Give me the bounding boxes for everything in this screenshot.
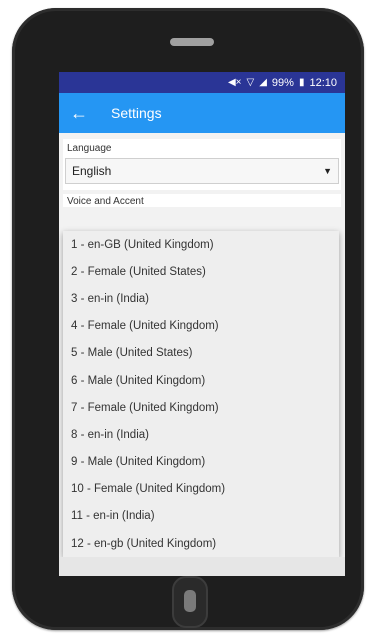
screen-bottom-area	[59, 557, 345, 576]
language-select[interactable]: English ▼	[65, 158, 339, 184]
status-bar: ◀× ▽ ◢ 99% ▮ 12:10	[59, 72, 345, 93]
language-select-value: English	[72, 164, 112, 178]
page-title: Settings	[111, 105, 162, 121]
clock: 12:10	[309, 76, 337, 89]
phone-screen: ◀× ▽ ◢ 99% ▮ 12:10 ← Settings Language E…	[59, 72, 345, 576]
voice-option[interactable]: 10 - Female (United Kingdom)	[63, 476, 339, 503]
voice-option[interactable]: 6 - Male (United Kingdom)	[63, 367, 339, 394]
language-label: Language	[67, 143, 112, 154]
voice-option[interactable]: 11 - en-in (India)	[63, 503, 339, 530]
signal-icon: ◢	[259, 77, 267, 88]
language-section: Language English ▼	[63, 139, 341, 190]
app-bar: ← Settings	[59, 93, 345, 133]
battery-icon: ▮	[298, 77, 305, 88]
voice-option[interactable]: 2 - Female (United States)	[63, 258, 339, 285]
voice-option[interactable]: 7 - Female (United Kingdom)	[63, 394, 339, 421]
voice-option[interactable]: 3 - en-in (India)	[63, 285, 339, 312]
home-button[interactable]	[172, 576, 208, 628]
voice-option[interactable]: 4 - Female (United Kingdom)	[63, 313, 339, 340]
wifi-icon: ▽	[246, 77, 255, 88]
voice-option[interactable]: 8 - en-in (India)	[63, 421, 339, 448]
speaker-grille	[170, 38, 214, 46]
voice-option[interactable]: 1 - en-GB (United Kingdom)	[63, 231, 339, 258]
voice-option[interactable]: 5 - Male (United States)	[63, 340, 339, 367]
voice-section: Voice and Accent	[63, 194, 341, 207]
voice-option[interactable]: 12 - en-gb (United Kingdom)	[63, 530, 339, 557]
voice-option[interactable]: 9 - Male (United Kingdom)	[63, 449, 339, 476]
voice-label: Voice and Accent	[67, 196, 144, 207]
voice-dropdown-list: 1 - en-GB (United Kingdom) 2 - Female (U…	[63, 231, 339, 557]
arrow-left-icon[interactable]: ←	[59, 103, 99, 124]
phone-frame: ◀× ▽ ◢ 99% ▮ 12:10 ← Settings Language E…	[12, 8, 364, 630]
dropdown-arrow-icon: ▼	[323, 166, 332, 176]
home-button-icon	[184, 590, 196, 612]
battery-level: 99%	[271, 76, 294, 89]
mute-icon: ◀×	[227, 77, 242, 88]
